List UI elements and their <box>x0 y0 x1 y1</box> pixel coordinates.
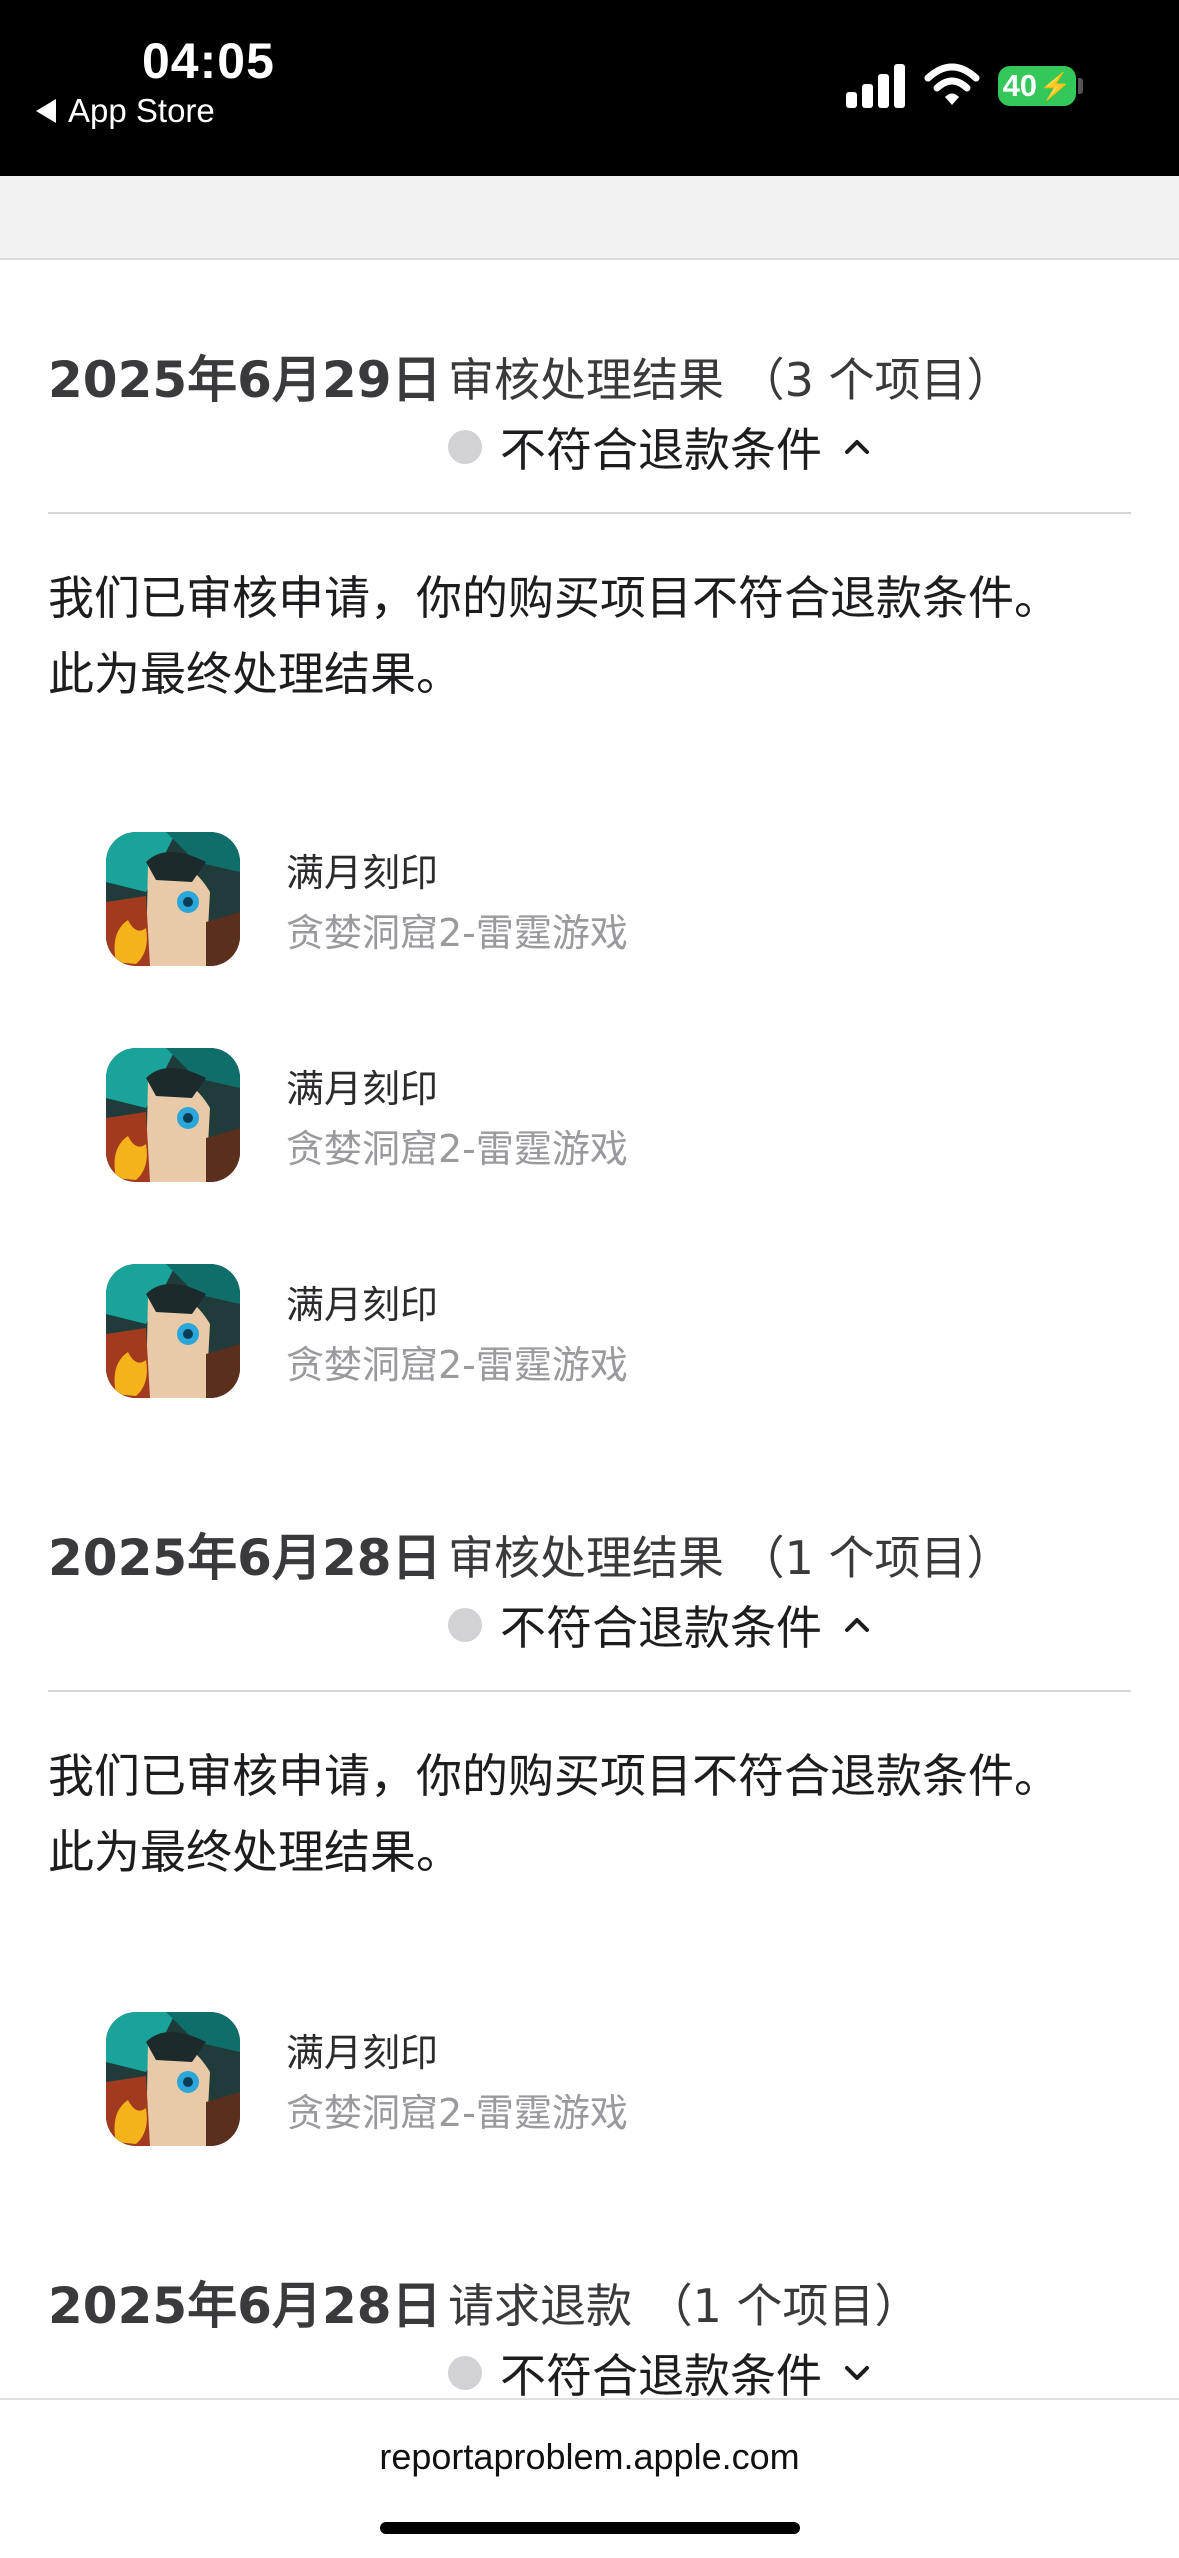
item-name: 满月刻印 <box>286 1067 439 1111</box>
clock: 04:05 <box>142 33 275 89</box>
request-date: 2025年6月28日 <box>48 1529 442 1587</box>
back-app-label: App Store <box>68 92 215 129</box>
url-label[interactable]: reportaproblem.apple.com <box>0 2436 1179 2478</box>
chevron-up-icon <box>845 1618 869 1632</box>
battery-level: 40 <box>1002 68 1038 103</box>
back-arrow-icon <box>36 99 56 123</box>
game-app-icon <box>106 1048 240 1182</box>
message-line: 此为最终处理结果。 <box>48 1825 462 1879</box>
status-text: 不符合退款条件 <box>500 423 822 477</box>
charging-bolt-icon: ⚡ <box>1039 70 1072 101</box>
status-dot-icon <box>448 1608 482 1642</box>
status-text: 不符合退款条件 <box>500 2349 822 2403</box>
header-bar <box>0 176 1179 260</box>
back-to-app-store[interactable]: App Store <box>36 92 215 130</box>
battery-indicator: 40 ⚡ <box>998 66 1076 106</box>
request-title: 审核处理结果 （1 个项目） <box>448 1531 1013 1585</box>
battery-tip <box>1078 78 1083 94</box>
cellular-signal-icon <box>846 64 905 108</box>
request-date: 2025年6月28日 <box>48 2277 442 2335</box>
divider <box>48 1690 1131 1692</box>
request-title: 请求退款 （1 个项目） <box>448 2279 921 2333</box>
safari-address-bar: reportaproblem.apple.com <box>0 2398 1179 2558</box>
item-app-name: 贪婪洞窟2-雷霆游戏 <box>286 1127 628 1171</box>
home-indicator[interactable] <box>380 2522 800 2534</box>
request-title: 审核处理结果 （3 个项目） <box>448 353 1013 407</box>
status-bar: 04:05 App Store 40 ⚡ <box>0 0 1179 176</box>
item-name: 满月刻印 <box>286 851 439 895</box>
purchase-item[interactable]: 满月刻印 贪婪洞窟2-雷霆游戏 <box>106 2012 1006 2148</box>
chevron-up-icon <box>845 440 869 454</box>
game-app-icon <box>106 832 240 966</box>
purchase-item[interactable]: 满月刻印 贪婪洞窟2-雷霆游戏 <box>106 1048 1006 1184</box>
status-dot-icon <box>448 430 482 464</box>
item-app-name: 贪婪洞窟2-雷霆游戏 <box>286 1343 628 1387</box>
game-app-icon <box>106 1264 240 1398</box>
status-dot-icon <box>448 2356 482 2390</box>
item-name: 满月刻印 <box>286 1283 439 1327</box>
message-line: 此为最终处理结果。 <box>48 647 462 701</box>
item-app-name: 贪婪洞窟2-雷霆游戏 <box>286 2091 628 2135</box>
chevron-down-icon <box>845 2366 869 2380</box>
status-toggle[interactable]: 不符合退款条件 <box>448 414 874 480</box>
status-text: 不符合退款条件 <box>500 1601 822 1655</box>
item-name: 满月刻印 <box>286 2031 439 2075</box>
divider <box>48 512 1131 514</box>
wifi-icon <box>924 63 980 105</box>
review-message: 我们已审核申请，你的购买项目不符合退款条件。 此为最终处理结果。 <box>48 560 1148 712</box>
status-toggle[interactable]: 不符合退款条件 <box>448 1592 874 1658</box>
message-line: 我们已审核申请，你的购买项目不符合退款条件。 <box>48 1749 1060 1803</box>
purchase-item[interactable]: 满月刻印 贪婪洞窟2-雷霆游戏 <box>106 832 1006 968</box>
review-message: 我们已审核申请，你的购买项目不符合退款条件。 此为最终处理结果。 <box>48 1738 1148 1890</box>
item-app-name: 贪婪洞窟2-雷霆游戏 <box>286 911 628 955</box>
purchase-item[interactable]: 满月刻印 贪婪洞窟2-雷霆游戏 <box>106 1264 1006 1400</box>
request-date: 2025年6月29日 <box>48 351 442 409</box>
status-toggle[interactable]: 不符合退款条件 <box>448 2340 874 2406</box>
message-line: 我们已审核申请，你的购买项目不符合退款条件。 <box>48 571 1060 625</box>
game-app-icon <box>106 2012 240 2146</box>
